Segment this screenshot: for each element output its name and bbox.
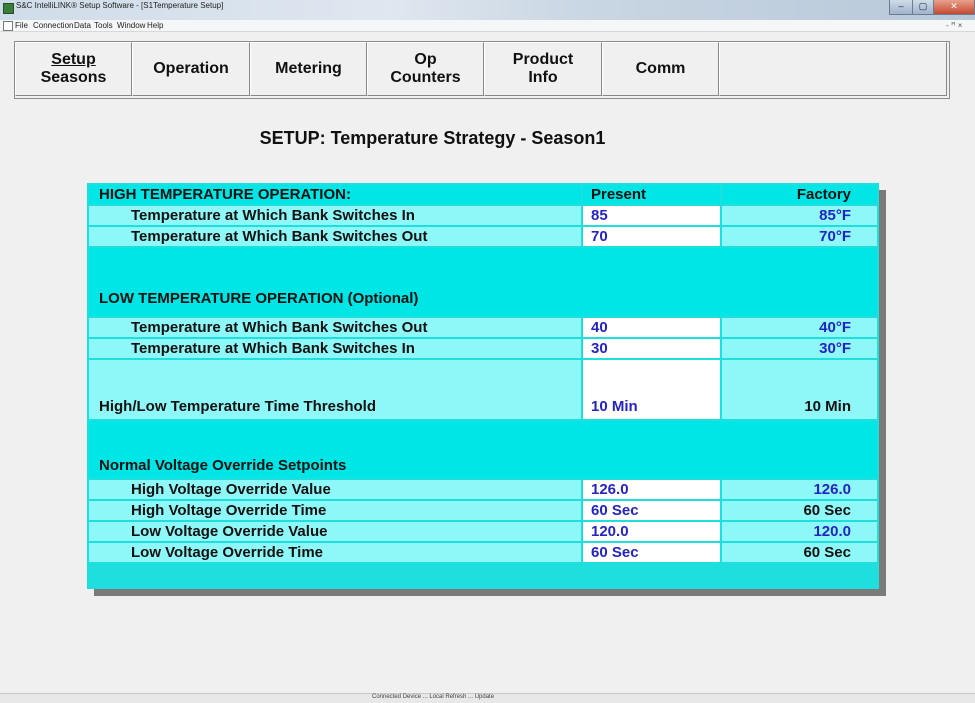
factory-value-low-voltage-time: 60 Sec [722,543,877,562]
page-title: SETUP: Temperature Strategy - Season1 [0,128,975,149]
factory-value-high-voltage-time: 60 Sec [722,501,877,520]
row-label-time-threshold: High/Low Temperature Time Threshold [89,360,581,419]
settings-grid: HIGH TEMPERATURE OPERATION: Present Fact… [87,183,879,589]
row-label-low-voltage-time: Low Voltage Override Time [89,543,581,562]
tab-comm-label: Comm [635,60,686,77]
tab-setup-seasons-line1: Setup [51,51,96,68]
section-low-temperature: LOW TEMPERATURE OPERATION (Optional) [89,248,877,316]
factory-value-low-voltage-value: 120.0 [722,522,877,541]
factory-value-low-in: 30°F [722,339,877,358]
section-voltage-override: Normal Voltage Override Setpoints [89,421,877,478]
tab-operation-label: Operation [153,60,229,77]
tab-operation[interactable]: Operation [132,42,250,96]
menu-file[interactable]: File [15,20,28,31]
tab-op-counters-line1: Op [414,51,437,68]
row-label-low-out: Temperature at Which Bank Switches Out [89,318,581,337]
menu-help[interactable]: Help [147,20,163,31]
present-value-low-voltage-value[interactable]: 120.0 [583,522,720,541]
present-value-low-voltage-time[interactable]: 60 Sec [583,543,720,562]
app-icon [3,3,14,14]
tab-op-counters-line2: Counters [390,69,461,86]
minimize-button[interactable]: – [889,0,913,15]
present-value-high-voltage-value[interactable]: 126.0 [583,480,720,499]
tab-product-info[interactable]: Product Info [484,42,602,96]
page-title-text: SETUP: Temperature Strategy - Season1 [259,128,606,148]
document-icon [3,21,13,31]
tab-product-info-line1: Product [512,51,574,68]
tab-comm[interactable]: Comm [602,42,719,96]
tab-bar: Setup Seasons Operation Metering Op Counte… [14,41,950,99]
tab-op-counters[interactable]: Op Counters [367,42,484,96]
present-value-time-threshold[interactable]: 10 Min [583,360,720,419]
present-value-high-in[interactable]: 85 [583,206,720,225]
present-value-high-out[interactable]: 70 [583,227,720,246]
row-label-high-in: Temperature at Which Bank Switches In [89,206,581,225]
menu-connection[interactable]: Connection [33,20,73,31]
tab-metering-label: Metering [275,60,342,77]
present-value-high-voltage-time[interactable]: 60 Sec [583,501,720,520]
present-value-low-out[interactable]: 40 [583,318,720,337]
factory-value-low-out: 40°F [722,318,877,337]
status-text: Connected Device ... Local Refresh ... U… [372,694,495,700]
tab-product-info-line2: Info [528,69,558,86]
factory-value-time-threshold: 10 Min [722,360,877,419]
tab-setup-seasons[interactable]: Setup Seasons [15,42,132,96]
tab-setup-seasons-line2: Seasons [40,69,107,86]
menu-bar: File Connection Data Tools Window Help -… [0,20,975,32]
row-label-high-out: Temperature at Which Bank Switches Out [89,227,581,246]
tab-blank[interactable] [719,42,947,96]
window-title-bar[interactable]: S&C IntelliLINK® Setup Software - [S1Tem… [0,0,975,20]
menu-data[interactable]: Data [74,20,91,31]
menu-tools[interactable]: Tools [94,20,113,31]
maximize-button[interactable]: ▢ [912,0,934,15]
row-label-low-voltage-value: Low Voltage Override Value [89,522,581,541]
factory-value-high-voltage-value: 126.0 [722,480,877,499]
column-header-present: Present [583,185,720,204]
row-label-high-voltage-value: High Voltage Override Value [89,480,581,499]
menu-window[interactable]: Window [117,20,145,31]
factory-value-high-in: 85°F [722,206,877,225]
factory-value-high-out: 70°F [722,227,877,246]
close-button[interactable]: ✕ [933,0,975,15]
mdi-window-controls[interactable]: - ꟸ × [946,21,962,30]
present-value-low-in[interactable]: 30 [583,339,720,358]
window-title: S&C IntelliLINK® Setup Software - [S1Tem… [16,1,224,10]
tab-metering[interactable]: Metering [250,42,367,96]
section-high-temperature: HIGH TEMPERATURE OPERATION: [89,185,581,204]
row-label-low-in: Temperature at Which Bank Switches In [89,339,581,358]
column-header-factory: Factory [722,185,877,204]
row-label-high-voltage-time: High Voltage Override Time [89,501,581,520]
